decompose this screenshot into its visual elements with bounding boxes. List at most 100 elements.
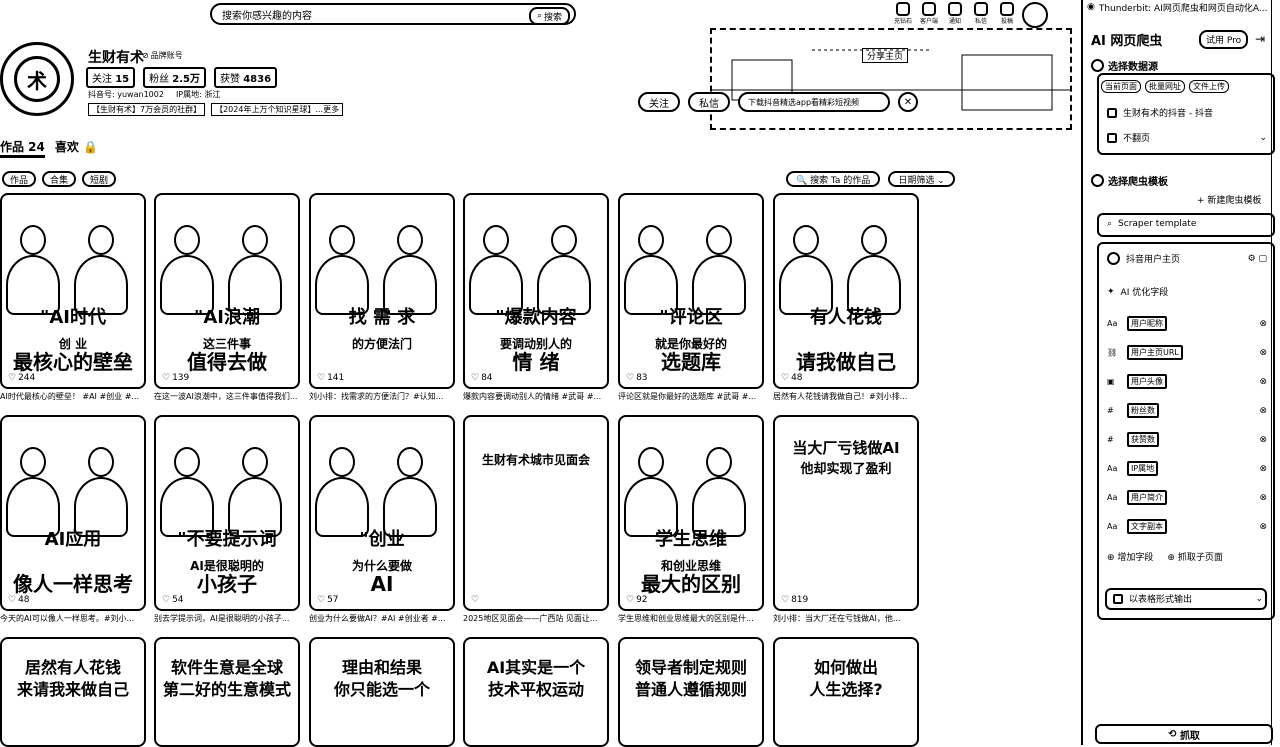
video-description[interactable]: 爆款内容要调动别人的情绪 #武哥 #... [463,391,609,402]
video-card[interactable]: 领导者制定规则 普通人遵循规则 [618,637,766,747]
scrollbar[interactable] [1271,0,1280,745]
video-card[interactable]: "AI浪潮 这三件事 值得去做 ♡ 139 在这一波AI浪潮中，这三件事值得我们... [154,193,302,402]
field-row[interactable]: ⛓ 用户主页URL ⊗ [1107,345,1267,360]
field-label[interactable]: IP属地 [1127,461,1159,476]
remove-field-icon[interactable]: ⊗ [1259,493,1267,503]
scrape-button[interactable]: ⟲ 抓取 [1095,724,1273,744]
field-label[interactable]: 用户简介 [1127,490,1167,505]
video-thumbnail[interactable]: "AI时代创 业最核心的壁垒 ♡ 244 [0,193,146,389]
follow-button[interactable]: 关注 [638,92,680,112]
video-thumbnail[interactable]: "AI浪潮 这三件事 值得去做 ♡ 139 [154,193,300,389]
video-card[interactable]: AI其实是一个 技术平权运动 [463,637,611,747]
video-card[interactable]: 学生思维 和创业思维 最大的区别 ♡ 92 学生思维和创业思维最大的区别是什... [618,415,766,624]
field-label[interactable]: 用户昵称 [1127,316,1167,331]
video-card[interactable]: "AI时代创 业最核心的壁垒 ♡ 244 AI时代最核心的壁垒！ #AI #创业 #.… [0,193,148,402]
close-icon[interactable]: ✕ [898,92,918,112]
video-card[interactable]: 找 需 求的方便法门 ♡ 141 刘小排：找需求的方便法门？#认知... [309,193,457,402]
video-description[interactable]: 评论区就是你最好的选题库 #武哥 #... [618,391,764,402]
video-thumbnail[interactable]: "评论区 就是你最好的 选题库 ♡ 83 [618,193,764,389]
video-description[interactable]: 2025地区见面会——广西站 见面让... [463,613,609,624]
source-file-upload[interactable]: 文件上传 [1189,80,1229,93]
video-thumbnail[interactable]: 有人花钱 请我做自己 ♡ 48 [773,193,919,389]
output-format[interactable]: 以表格形式输出 ⌄ [1113,592,1263,605]
new-template-button[interactable]: + 新建爬虫模板 [1197,193,1261,206]
video-card[interactable]: 当大厂亏钱做AI 他却实现了盈利 ♡ 819 刘小排：当大厂还在亏钱做AI，他... [773,415,921,624]
field-label[interactable]: 获赞数 [1127,432,1159,447]
upload-icon[interactable]: 投稿 [996,2,1018,28]
video-description[interactable]: 别去学提示词，AI是很聪明的小孩子... [154,613,300,624]
pagination-select[interactable]: 不翻页 ⌄ [1107,131,1267,144]
stat-followers[interactable]: 粉丝 2.5万 [143,67,207,88]
video-card[interactable]: "爆款内容 要调动别人的情 绪 ♡ 84 爆款内容要调动别人的情绪 #武哥 #... [463,193,611,402]
video-card[interactable]: 如何做出 人生选择? [773,637,921,747]
bio-tag-more[interactable]: 【2024年上万个知识星球】...更多 [211,103,344,116]
video-description[interactable]: 学生思维和创业思维最大的区别是什... [618,613,764,624]
video-thumbnail[interactable]: 学生思维 和创业思维 最大的区别 ♡ 92 [618,415,764,611]
filter-shortplay[interactable]: 短剧 [82,171,117,187]
field-row[interactable]: ▣ 用户头像 ⊗ [1107,374,1267,389]
filter-works[interactable]: 作品 [2,171,37,187]
field-row[interactable]: # 粉丝数 ⊗ [1107,403,1267,418]
video-thumbnail[interactable]: 如何做出 人生选择? [773,637,919,747]
search-button[interactable]: ⌕ 搜索 [528,7,570,25]
video-card[interactable]: 有人花钱 请我做自己 ♡ 48 居然有人花钱请我做自己！#刘小排... [773,193,921,402]
dm-icon[interactable]: 通知 [944,2,966,28]
video-description[interactable]: 刘小排：当大厂还在亏钱做AI，他... [773,613,919,624]
source-page-select[interactable]: 生财有术的抖音 - 抖音 [1107,106,1267,119]
video-card[interactable]: "评论区 就是你最好的 选题库 ♡ 83 评论区就是你最好的选题库 #武哥 #... [618,193,766,402]
source-current-page[interactable]: 当前页面 [1101,80,1141,93]
message-button[interactable]: 私信 [688,92,730,112]
video-thumbnail[interactable]: 生财有术城市见面会 ♡ [463,415,609,611]
field-label[interactable]: 文字副本 [1127,519,1167,534]
video-card[interactable]: AI应用 像人一样思考 ♡ 48 今天的AI可以像人一样思考。#刘小... [0,415,148,624]
video-thumbnail[interactable]: "不要提示词 AI是很聪明的 小孩子 ♡ 54 [154,415,300,611]
video-description[interactable]: 居然有人花钱请我做自己！#刘小排... [773,391,919,402]
download-app-banner[interactable]: 下载抖音精选app看精彩短视频 [738,92,890,112]
template-search-field[interactable]: ⌕ Scraper template [1107,219,1267,229]
extension-tab[interactable]: ◉ Thunderbit: AI网页爬虫和网页自动化A... [1087,0,1269,14]
video-thumbnail[interactable]: "爆款内容 要调动别人的情 绪 ♡ 84 [463,193,609,389]
field-label[interactable]: 用户头像 [1127,374,1167,389]
ai-optimize-button[interactable]: ✦ AI 优化字段 [1107,285,1267,299]
field-row[interactable]: # 获赞数 ⊗ [1107,432,1267,447]
try-pro-button[interactable]: 试用 Pro [1199,30,1249,49]
field-row[interactable]: Aa IP属地 ⊗ [1107,461,1267,476]
client-icon[interactable]: 客户端 [918,2,940,28]
search-works-button[interactable]: 🔍 搜索 Ta 的作品 [786,171,881,187]
video-thumbnail[interactable]: AI其实是一个 技术平权运动 [463,637,609,747]
remove-field-icon[interactable]: ⊗ [1259,406,1267,416]
tab-works[interactable]: 作品 24 [0,138,45,158]
video-card[interactable]: 理由和结果 你只能选一个 [309,637,457,747]
scrape-subpage-button[interactable]: ⊕ 抓取子页面 [1167,550,1222,563]
video-card[interactable]: 软件生意是全球 第二好的生意模式 [154,637,302,747]
video-thumbnail[interactable]: AI应用 像人一样思考 ♡ 48 [0,415,146,611]
video-description[interactable]: 创业为什么要做AI？#AI #创业者 #... [309,613,455,624]
video-thumbnail[interactable]: 理由和结果 你只能选一个 [309,637,455,747]
video-thumbnail[interactable]: 领导者制定规则 普通人遵循规则 [618,637,764,747]
date-filter-dropdown[interactable]: 日期筛选 ⌄ [888,171,955,187]
filter-collections[interactable]: 合集 [42,171,77,187]
collapse-icon[interactable]: ⇥ [1255,32,1265,46]
search-input[interactable]: 搜索你感兴趣的内容 ⌕ 搜索 [210,3,576,25]
video-description[interactable]: 刘小排：找需求的方便法门？#认知... [309,391,455,402]
field-row[interactable]: Aa 用户简介 ⊗ [1107,490,1267,505]
remove-field-icon[interactable]: ⊗ [1259,377,1267,387]
source-batch-urls[interactable]: 批量网址 [1145,80,1185,93]
video-thumbnail[interactable]: 居然有人花钱 来请我来做自己 [0,637,146,747]
video-thumbnail[interactable]: 找 需 求的方便法门 ♡ 141 [309,193,455,389]
video-description[interactable]: 今天的AI可以像人一样思考。#刘小... [0,613,146,624]
user-avatar[interactable] [1022,2,1048,28]
add-field-button[interactable]: ⊕ 增加字段 [1107,550,1153,563]
field-row[interactable]: Aa 文字副本 ⊗ [1107,519,1267,534]
remove-field-icon[interactable]: ⊗ [1259,435,1267,445]
remove-field-icon[interactable]: ⊗ [1259,348,1267,358]
video-description[interactable]: 在这一波AI浪潮中，这三件事值得我们... [154,391,300,402]
tab-likes[interactable]: 喜欢 🔒 [55,138,98,158]
video-thumbnail[interactable]: 软件生意是全球 第二好的生意模式 [154,637,300,747]
field-label[interactable]: 粉丝数 [1127,403,1159,418]
video-description[interactable]: AI时代最核心的壁垒！ #AI #创业 #... [0,391,146,402]
video-card[interactable]: 居然有人花钱 来请我来做自己 [0,637,148,747]
remove-field-icon[interactable]: ⊗ [1259,319,1267,329]
field-row[interactable]: Aa 用户昵称 ⊗ [1107,316,1267,331]
video-thumbnail[interactable]: 当大厂亏钱做AI 他却实现了盈利 ♡ 819 [773,415,919,611]
